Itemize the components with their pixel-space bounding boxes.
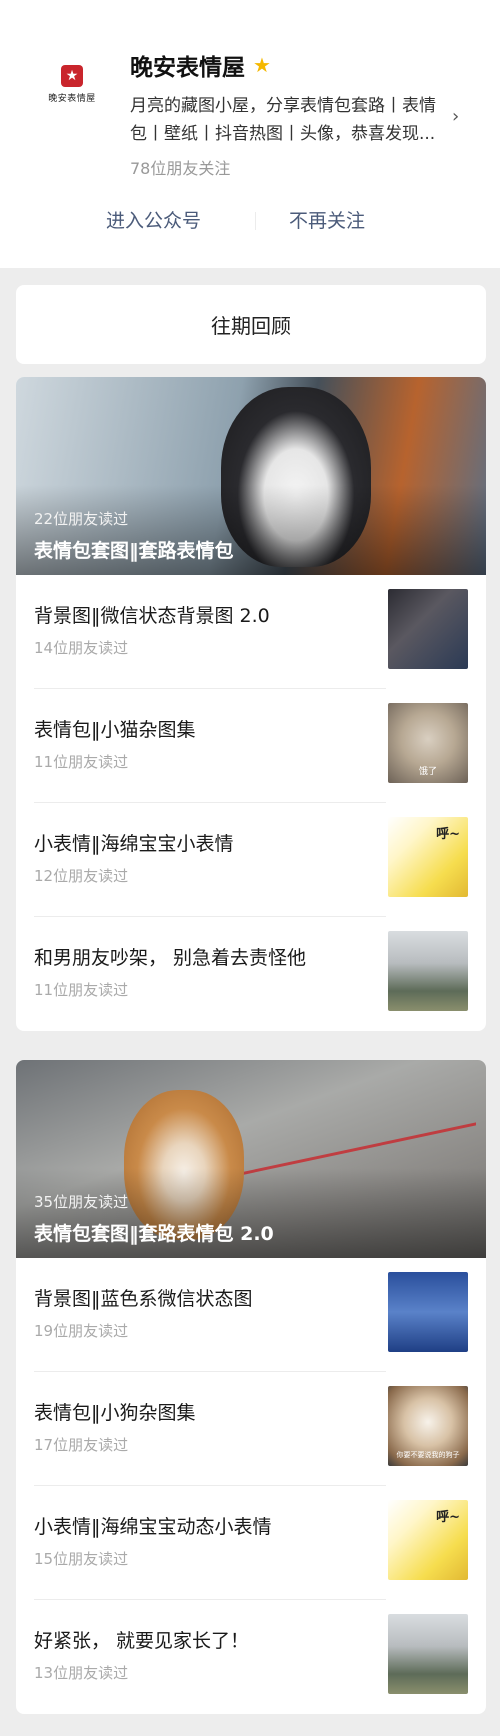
article-read-count: 14位朋友读过: [34, 639, 129, 657]
list-item[interactable]: 背景图‖微信状态背景图 2.0 14位朋友读过: [16, 575, 486, 689]
list-item[interactable]: 表情包‖小狗杂图集 17位朋友读过 你要不要说我的狗子: [16, 1372, 486, 1486]
article-title: 表情包‖小狗杂图集: [34, 1402, 196, 1424]
article-title: 小表情‖海绵宝宝小表情: [34, 833, 234, 855]
article-thumbnail: 呼~: [388, 817, 468, 897]
article-thumbnail: [388, 931, 468, 1011]
article-thumbnail: 饿了: [388, 703, 468, 783]
article-read-count: 11位朋友读过: [34, 753, 129, 771]
cover-article-1[interactable]: 22位朋友读过 表情包套图‖套路表情包: [16, 377, 486, 575]
article-read-count: 12位朋友读过: [34, 867, 129, 885]
article-thumbnail: 呼~: [388, 1500, 468, 1580]
list-item[interactable]: 背景图‖蓝色系微信状态图 19位朋友读过: [16, 1258, 486, 1372]
thumbnail-caption: 呼~: [436, 827, 460, 842]
article-read-count: 11位朋友读过: [34, 981, 129, 999]
logo-icon: ★: [61, 64, 83, 87]
thumbnail-caption: 呼~: [436, 1510, 460, 1525]
cover-title: 表情包套图‖套路表情包 2.0: [34, 1223, 274, 1245]
account-logo[interactable]: ★ 晚安表情屋: [36, 48, 108, 120]
list-item[interactable]: 好紧张， 就要见家长了！ 13位朋友读过: [16, 1600, 486, 1714]
article-read-count: 19位朋友读过: [34, 1322, 129, 1340]
article-thumbnail: 你要不要说我的狗子: [388, 1386, 468, 1466]
account-name-row: 晚安表情屋 ★: [130, 48, 271, 82]
article-title: 好紧张， 就要见家长了！: [34, 1630, 250, 1652]
unfollow-button[interactable]: 不再关注: [289, 206, 365, 233]
cover-article-2[interactable]: 35位朋友读过 表情包套图‖套路表情包 2.0: [16, 1060, 486, 1258]
article-title: 背景图‖蓝色系微信状态图: [34, 1288, 253, 1310]
article-title: 和男朋友吵架， 别急着去责怪他: [34, 947, 307, 969]
article-title: 小表情‖海绵宝宝动态小表情: [34, 1516, 272, 1538]
list-item[interactable]: 小表情‖海绵宝宝动态小表情 15位朋友读过 呼~: [16, 1486, 486, 1600]
article-thumbnail: [388, 1272, 468, 1352]
list-item[interactable]: 小表情‖海绵宝宝小表情 12位朋友读过 呼~: [16, 803, 486, 917]
history-button[interactable]: 往期回顾: [16, 285, 486, 364]
article-title: 背景图‖微信状态背景图 2.0: [34, 605, 270, 627]
leash-shape: [216, 1060, 476, 1181]
cover-read-count: 22位朋友读过: [34, 510, 129, 528]
article-thumbnail: [388, 1614, 468, 1694]
action-divider: [255, 212, 256, 230]
logo-text: 晚安表情屋: [48, 93, 96, 104]
article-read-count: 17位朋友读过: [34, 1436, 129, 1454]
article-group-2: 35位朋友读过 表情包套图‖套路表情包 2.0 背景图‖蓝色系微信状态图 19位…: [16, 1060, 486, 1714]
thumbnail-caption: 饿了: [418, 767, 437, 777]
cover-title: 表情包套图‖套路表情包: [34, 540, 234, 562]
cover-read-count: 35位朋友读过: [34, 1193, 129, 1211]
list-item[interactable]: 表情包‖小猫杂图集 11位朋友读过 饿了: [16, 689, 486, 803]
account-profile: ★ 晚安表情屋 晚安表情屋 ★ 月亮的藏图小屋，分享表情包套路丨表情包丨壁纸丨抖…: [0, 0, 500, 268]
thumbnail-caption: 你要不要说我的狗子: [396, 1451, 460, 1459]
article-title: 表情包‖小猫杂图集: [34, 719, 196, 741]
article-read-count: 15位朋友读过: [34, 1550, 129, 1568]
followers-count: 78位朋友关注: [130, 159, 231, 178]
account-name: 晚安表情屋: [130, 55, 245, 81]
chevron-right-icon[interactable]: ›: [452, 106, 459, 127]
article-read-count: 13位朋友读过: [34, 1664, 129, 1682]
article-thumbnail: [388, 589, 468, 669]
enter-account-button[interactable]: 进入公众号: [106, 206, 201, 233]
star-icon[interactable]: ★: [253, 53, 271, 77]
account-description[interactable]: 月亮的藏图小屋，分享表情包套路丨表情包丨壁纸丨抖音热图丨头像，恭喜发现...: [130, 92, 450, 148]
article-group-1: 22位朋友读过 表情包套图‖套路表情包 背景图‖微信状态背景图 2.0 14位朋…: [16, 377, 486, 1031]
list-item[interactable]: 和男朋友吵架， 别急着去责怪他 11位朋友读过: [16, 917, 486, 1031]
